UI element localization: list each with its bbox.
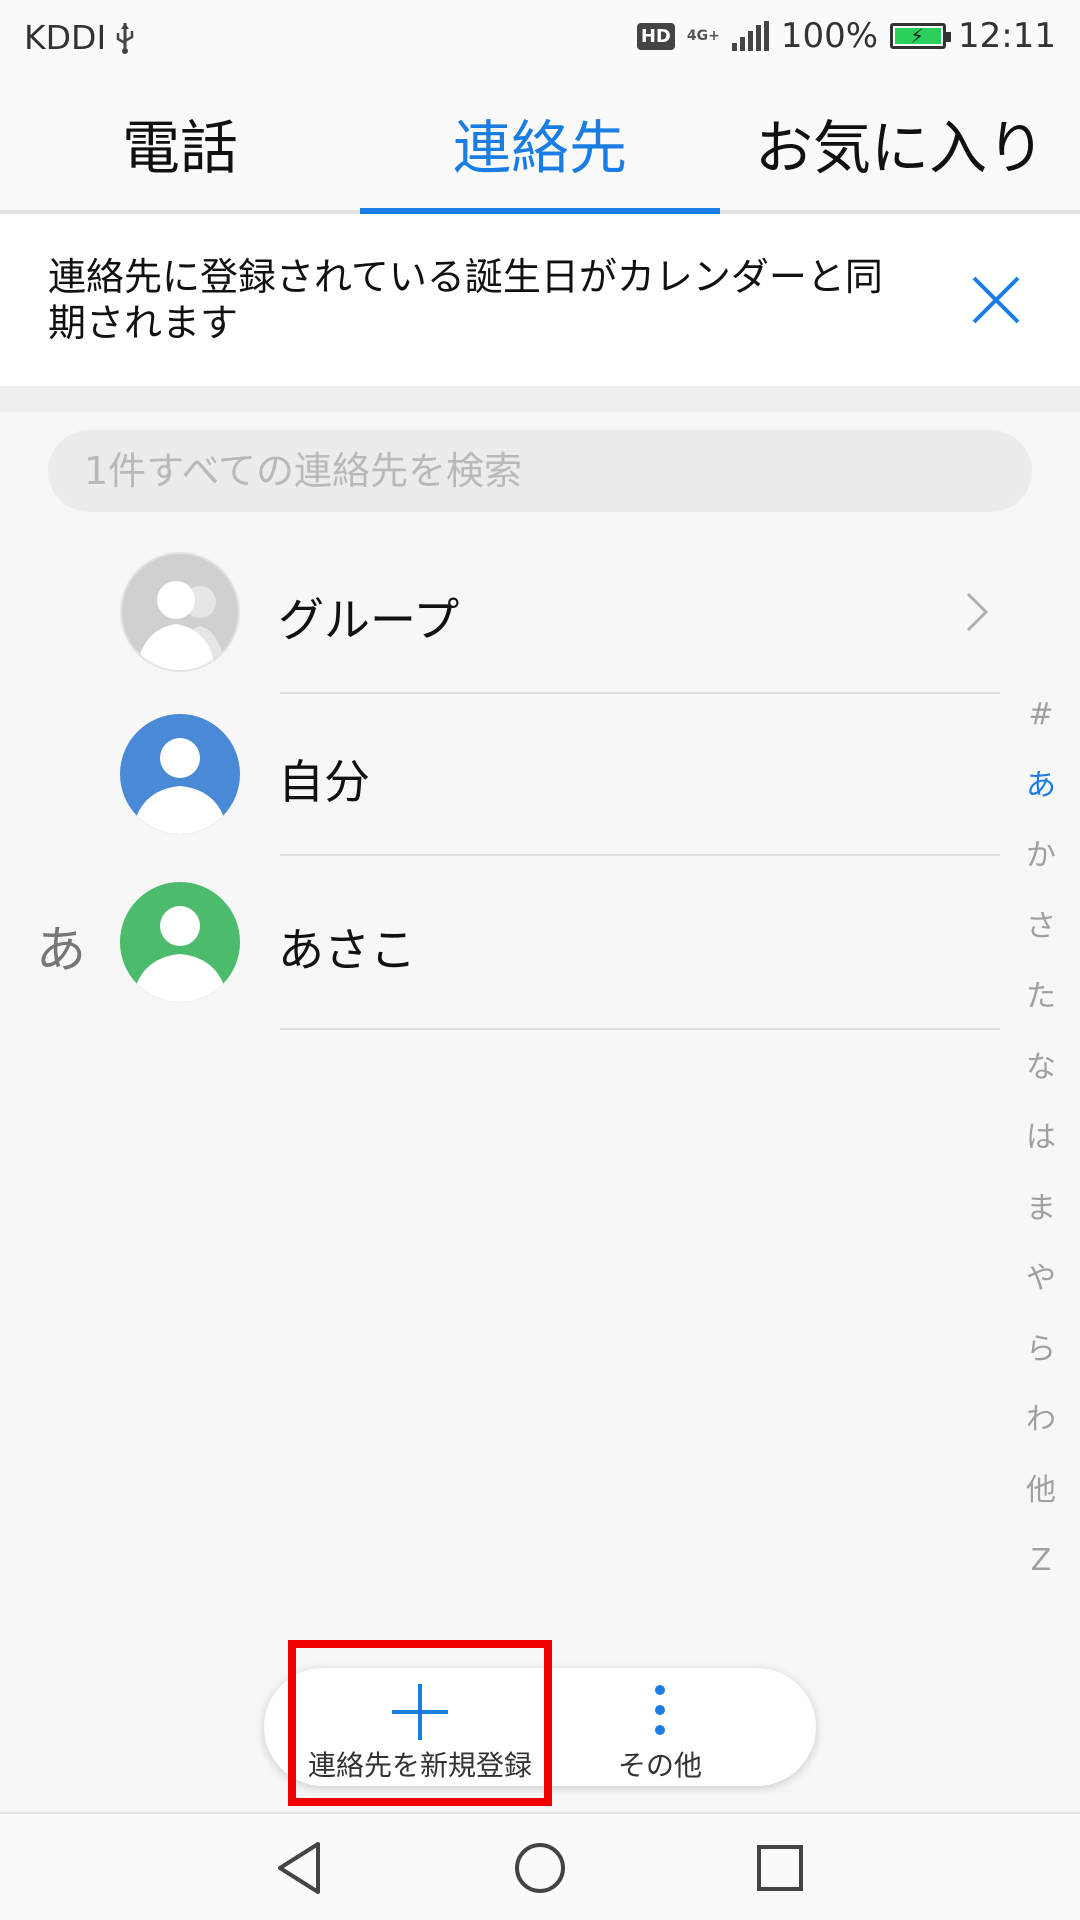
close-icon[interactable] (966, 270, 1026, 330)
network-type: 4G+ (686, 28, 720, 44)
birthday-sync-banner: 連絡先に登録されている誕生日がカレンダーと同期されます (0, 214, 1080, 386)
tab-contacts[interactable]: 連絡先 (360, 76, 720, 214)
person-icon (132, 738, 228, 834)
battery-percent: 100% (780, 16, 879, 56)
search-bar[interactable] (48, 430, 1032, 512)
me-label: 自分 (278, 755, 370, 809)
back-triangle-icon[interactable] (270, 1838, 330, 1898)
more-button[interactable]: その他 (560, 1668, 760, 1786)
row-divider (280, 1028, 1000, 1030)
index-item[interactable]: か (1016, 821, 1066, 892)
group-icon (136, 581, 226, 670)
index-item[interactable]: ら (1016, 1315, 1066, 1386)
navigation-bar (0, 1812, 1080, 1920)
index-item[interactable]: 他 (1016, 1456, 1066, 1527)
contact-avatar (120, 882, 240, 1002)
me-avatar (120, 714, 240, 834)
tab-favorites[interactable]: お気に入り (720, 76, 1080, 210)
search-input[interactable] (84, 449, 984, 493)
more-vertical-icon (655, 1685, 665, 1735)
list-item-contact[interactable]: あさこ (0, 882, 1000, 1022)
index-item[interactable]: な (1016, 1033, 1066, 1104)
index-item[interactable]: は (1016, 1103, 1066, 1174)
index-item[interactable]: ま (1016, 1174, 1066, 1245)
index-item[interactable]: Z (1016, 1526, 1066, 1597)
highlight-box (288, 1640, 552, 1806)
person-icon (132, 906, 228, 1002)
recents-square-icon[interactable] (750, 1838, 810, 1898)
chevron-right-icon (966, 592, 989, 632)
row-divider (280, 854, 1000, 856)
groups-label: グループ (278, 593, 460, 647)
tab-phone[interactable]: 電話 (0, 76, 360, 210)
tab-bar: 電話 連絡先 お気に入り (0, 76, 1080, 214)
group-avatar (120, 552, 240, 672)
index-item[interactable]: や (1016, 1244, 1066, 1315)
alphabet-index[interactable]: # あ か さ た な は ま や ら わ 他 Z (1016, 680, 1066, 1597)
hd-badge: HD (636, 22, 675, 50)
list-item-groups[interactable]: グループ (0, 552, 1000, 692)
index-item[interactable]: さ (1016, 892, 1066, 963)
divider (0, 386, 1080, 412)
status-bar: KDDI HD 4G+ 100% ⚡ 12:11 (0, 0, 1080, 76)
more-label: その他 (617, 1749, 702, 1782)
contact-name: あさこ (278, 923, 416, 977)
home-circle-icon[interactable] (510, 1838, 570, 1898)
index-item[interactable]: あ (1016, 751, 1066, 822)
status-right: HD 4G+ 100% ⚡ 12:11 (636, 16, 1056, 56)
banner-text: 連絡先に登録されている誕生日がカレンダーと同期されます (48, 255, 883, 345)
row-divider (280, 692, 1000, 694)
index-item[interactable]: わ (1016, 1385, 1066, 1456)
list-item-me[interactable]: 自分 (0, 714, 1000, 854)
index-item[interactable]: た (1016, 962, 1066, 1033)
battery-icon: ⚡ (890, 23, 952, 49)
usb-icon (116, 22, 134, 54)
signal-icon (731, 21, 769, 51)
index-item[interactable]: # (1016, 680, 1066, 751)
carrier-label: KDDI (24, 18, 107, 57)
clock: 12:11 (958, 16, 1056, 56)
status-left: KDDI (24, 18, 136, 57)
